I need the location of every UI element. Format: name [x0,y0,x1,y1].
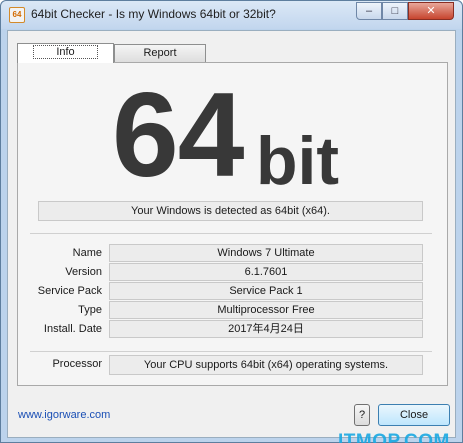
row-service-pack: Service Pack Service Pack 1 [30,282,432,300]
title-bar[interactable]: 64 64bit Checker - Is my Windows 64bit o… [1,1,462,29]
tab-report[interactable]: Report [114,44,206,63]
detection-result: Your Windows is detected as 64bit (x64). [38,201,423,221]
type-label: Type [78,304,102,316]
name-value: Windows 7 Ultimate [109,244,423,262]
processor-label: Processor [52,358,102,370]
close-button[interactable]: Close [378,404,450,426]
tab-report-label: Report [143,47,177,59]
website-link[interactable]: www.igorware.com [18,409,110,421]
processor-group: Processor Your CPU supports 64bit (x64) … [30,351,432,379]
help-button[interactable]: ? [354,404,370,426]
service-pack-value: Service Pack 1 [109,282,423,300]
version-value: 6.1.7601 [109,263,423,281]
tab-info-label: Info [33,45,98,59]
processor-value: Your CPU supports 64bit (x64) operating … [109,355,423,375]
os-info-group: Name Windows 7 Ultimate Version 6.1.7601… [30,233,432,342]
app-icon: 64 [9,7,25,23]
service-pack-label: Service Pack [37,285,102,297]
close-window-button[interactable]: ✕ [408,2,454,20]
row-install-date: Install. Date 2017年4月24日 [30,320,432,338]
name-label: Name [72,247,102,259]
version-label: Version [65,266,102,278]
bitness-number: 64 [112,68,244,202]
row-version: Version 6.1.7601 [30,263,432,281]
row-type: Type Multiprocessor Free [30,301,432,319]
install-date-value: 2017年4月24日 [109,320,423,338]
client-area: Info Report 64 bit Your Windows is detec… [7,30,456,443]
window-title: 64bit Checker - Is my Windows 64bit or 3… [31,7,276,21]
tab-info[interactable]: Info [17,43,114,63]
install-date-label: Install. Date [43,323,102,335]
type-value: Multiprocessor Free [109,301,423,319]
maximize-button[interactable]: □ [382,2,408,20]
watermark: ITMOP.COM [338,431,450,443]
row-name: Name Windows 7 Ultimate [30,244,432,262]
bitness-unit: bit [256,123,340,199]
minimize-button[interactable]: – [356,2,382,20]
app-window: 64 64bit Checker - Is my Windows 64bit o… [0,0,463,443]
